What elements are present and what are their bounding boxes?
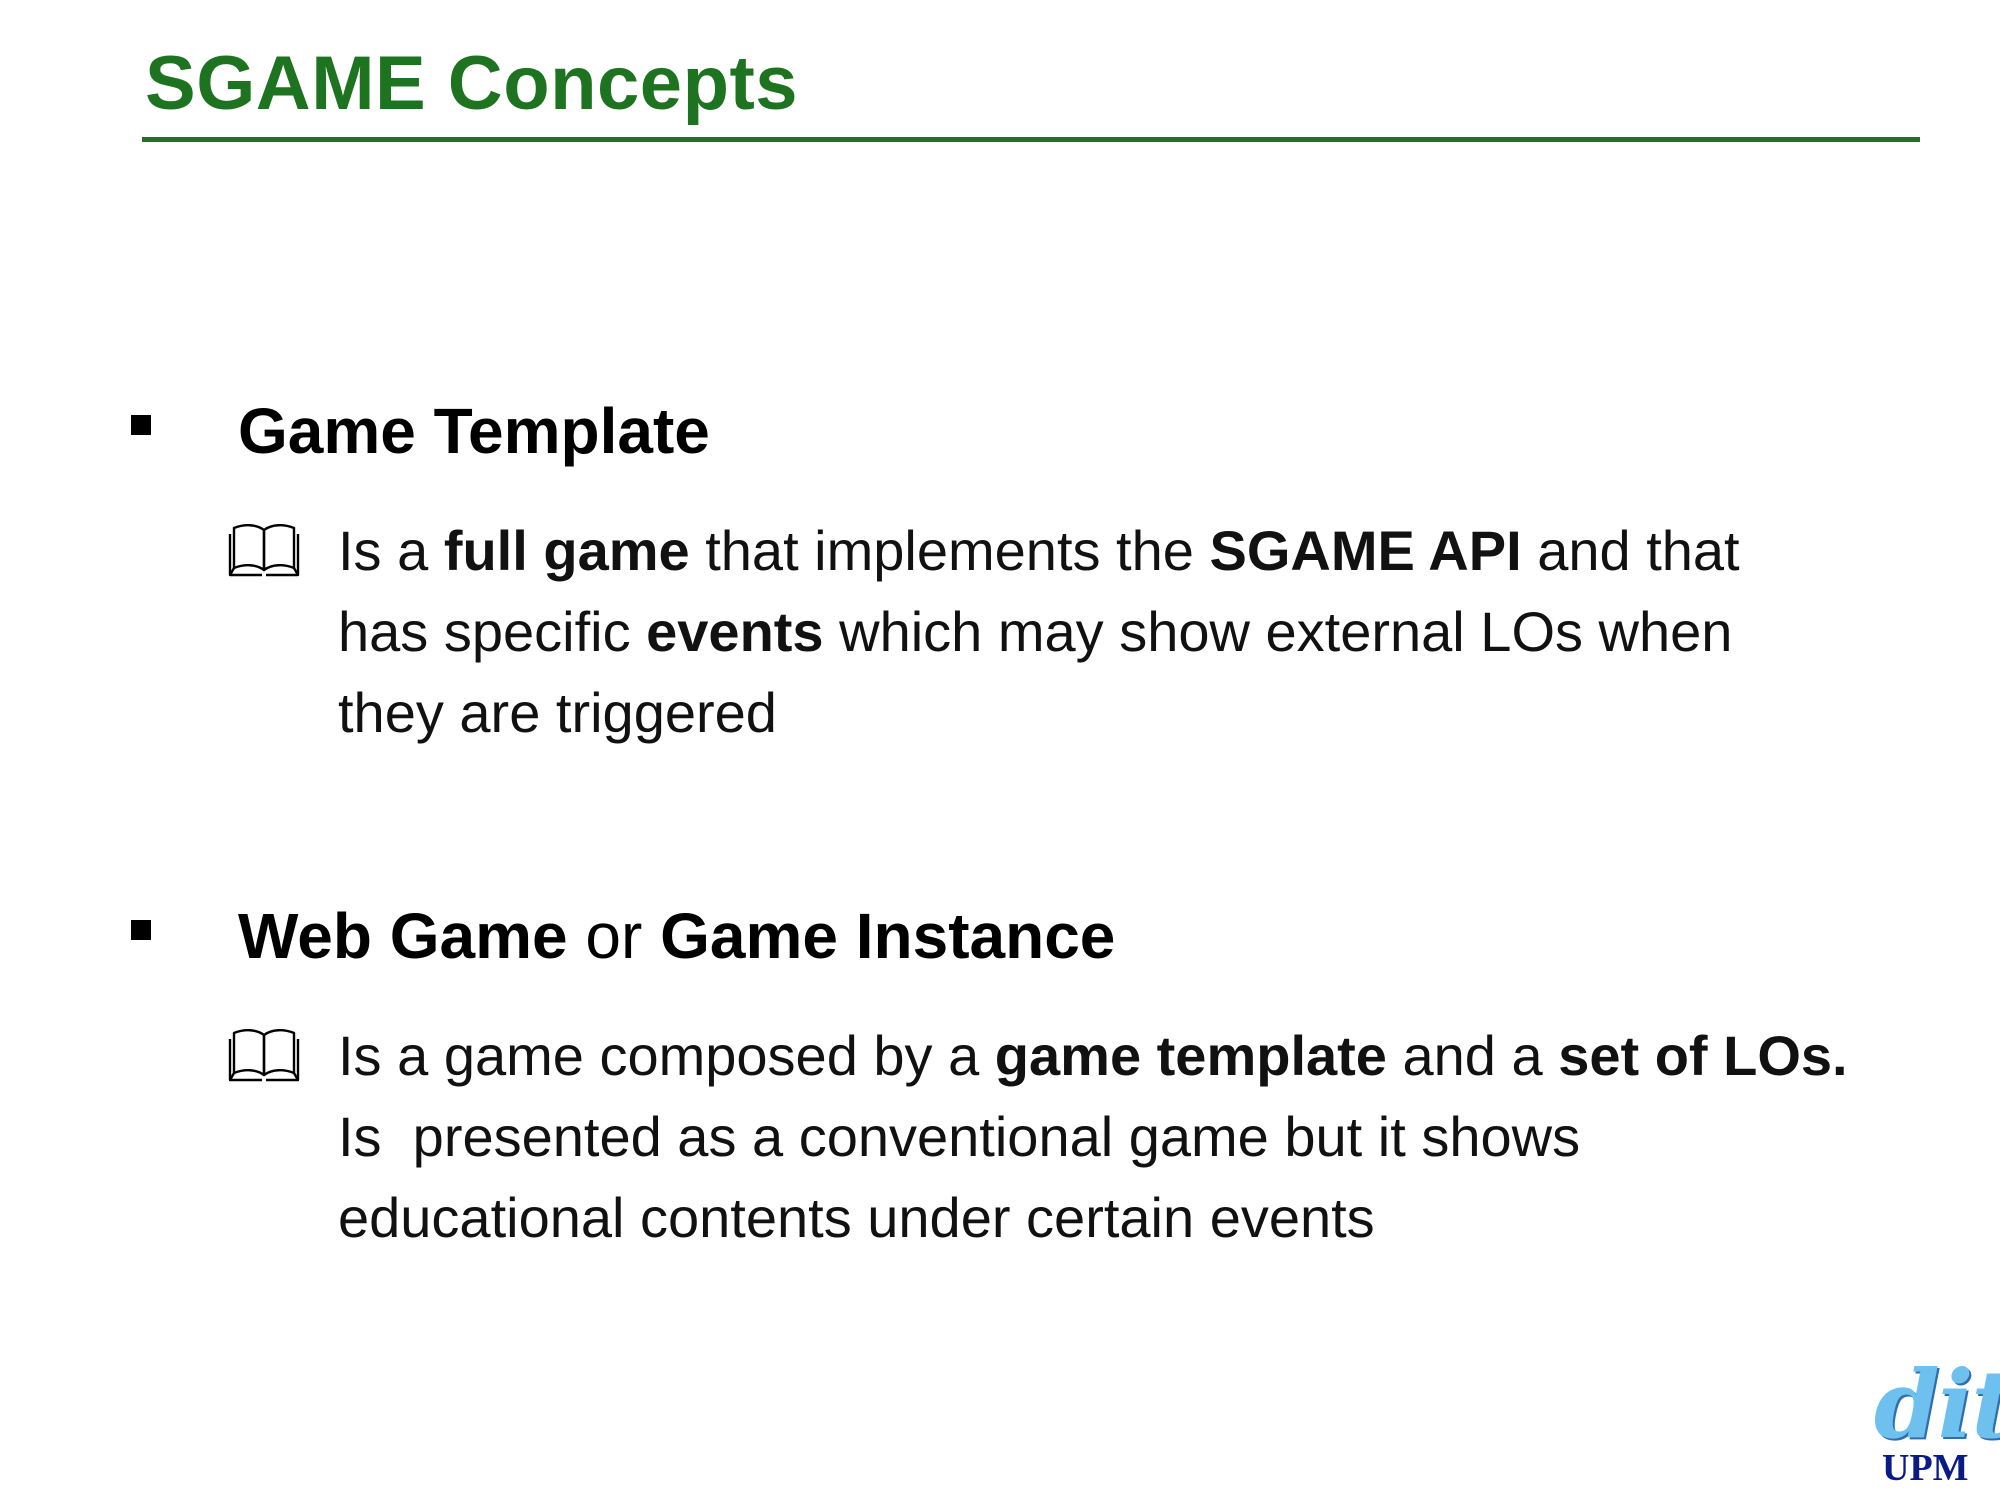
text-line: they are triggered	[338, 681, 777, 744]
logo-dit-text: dit	[1874, 1350, 2000, 1460]
heading-term: Web Game	[238, 900, 568, 972]
square-bullet-icon	[131, 415, 151, 435]
text-line: Is presented as a conventional game but …	[338, 1105, 1581, 1168]
heading-term: Game Instance	[660, 900, 1116, 972]
section-description-game-template: Is a full game that implements the SGAME…	[338, 510, 1958, 753]
section-heading-game-template: Game Template	[238, 394, 710, 468]
text-line: has specific events which may show exter…	[338, 600, 1733, 663]
section-heading-web-game: Web Game or Game Instance	[238, 899, 1115, 973]
open-book-icon	[228, 524, 300, 577]
text-line: Is a full game that implements the SGAME…	[338, 519, 1740, 582]
text-line: educational contents under certain event…	[338, 1186, 1375, 1249]
open-book-icon	[228, 1029, 300, 1082]
heading-connector: or	[567, 900, 661, 972]
square-bullet-icon	[131, 920, 151, 940]
dit-upm-logo: dit UPM	[1870, 1350, 2000, 1489]
slide: SGAME Concepts Game Template Is a full g…	[0, 0, 2000, 1500]
section-description-web-game: Is a game composed by a game template an…	[338, 1015, 1958, 1258]
slide-title: SGAME Concepts	[145, 41, 799, 126]
text-line: Is a game composed by a game template an…	[338, 1024, 1848, 1087]
title-underline	[142, 137, 1920, 142]
heading-term: Game Template	[238, 395, 710, 467]
logo-upm-text: UPM	[1882, 1447, 1969, 1489]
